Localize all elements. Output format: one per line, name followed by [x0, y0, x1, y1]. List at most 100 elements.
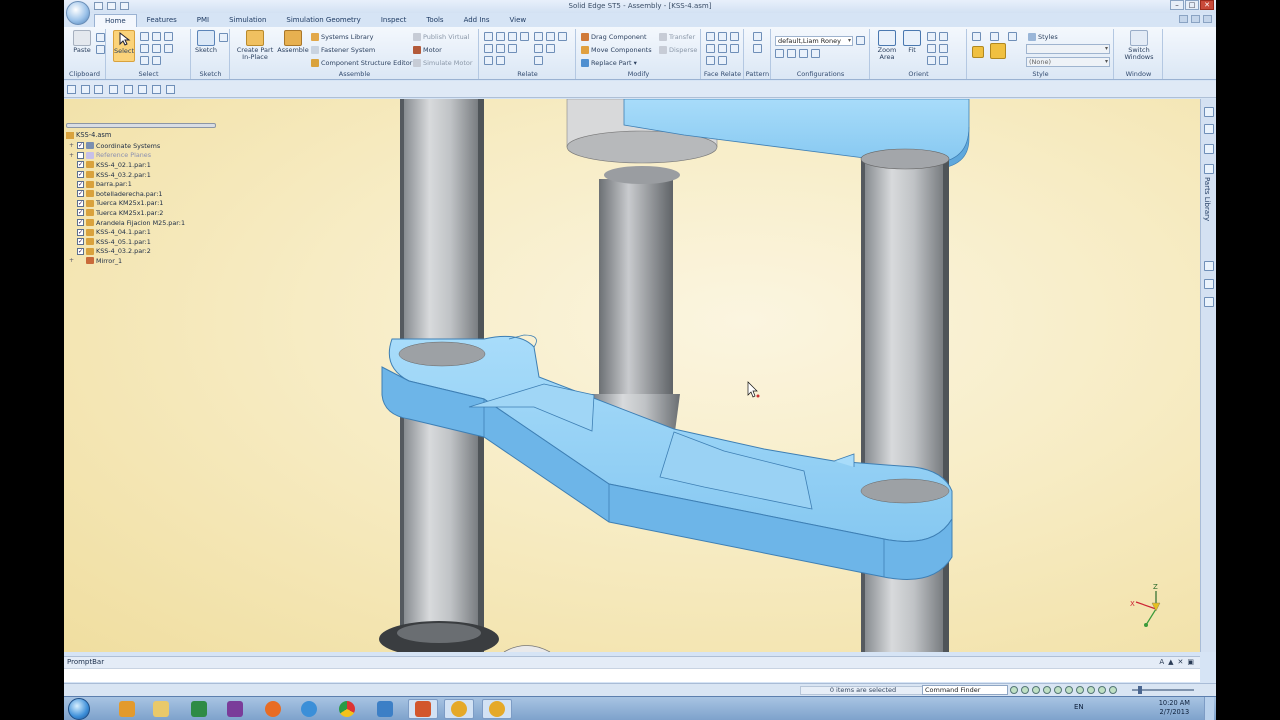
- shaded-icon[interactable]: [972, 32, 981, 41]
- mirror-icon[interactable]: [753, 44, 762, 53]
- box-select-icon[interactable]: [152, 32, 161, 41]
- pathfinder-item[interactable]: + Reference Planes: [68, 151, 185, 161]
- match-cs-icon[interactable]: [534, 44, 543, 53]
- taskbar-ie[interactable]: [294, 699, 324, 719]
- language-indicator[interactable]: EN: [1074, 703, 1084, 711]
- pathfinder-item[interactable]: ✓ KSS-4_03.2.par:1: [68, 170, 185, 180]
- parts-library-tab[interactable]: Parts Library: [1203, 177, 1211, 221]
- pathfinder-scrollbar[interactable]: [66, 123, 216, 128]
- tab-simulation-geometry[interactable]: Simulation Geometry: [276, 14, 370, 27]
- face-relate-icon-4[interactable]: [706, 44, 715, 53]
- view-icon[interactable]: [939, 56, 948, 65]
- expand-icon[interactable]: +: [68, 152, 75, 159]
- parallel-icon[interactable]: [496, 44, 505, 53]
- sketch-button[interactable]: Sketch: [194, 30, 218, 54]
- copy-icon[interactable]: [96, 45, 105, 54]
- application-button[interactable]: [66, 1, 90, 25]
- look-at-face-icon[interactable]: [927, 56, 936, 65]
- start-button[interactable]: [68, 698, 90, 720]
- disperse-button[interactable]: Disperse: [659, 44, 697, 55]
- visibility-checkbox[interactable]: ✓: [77, 199, 84, 207]
- pathfinder-item[interactable]: ✓ botelladerecha.par:1: [68, 189, 185, 199]
- hide-icon[interactable]: [152, 44, 161, 53]
- help-icon[interactable]: [1179, 15, 1188, 23]
- part-painter-button[interactable]: [970, 46, 986, 59]
- prompt-text-area[interactable]: [64, 668, 1200, 682]
- customize-icon[interactable]: [166, 85, 175, 94]
- zoom-area-button[interactable]: Zoom Area: [874, 30, 900, 61]
- show-icon[interactable]: [164, 44, 173, 53]
- face-relate-icon-1[interactable]: [706, 32, 715, 41]
- family-icon[interactable]: [811, 49, 820, 58]
- visibility-checkbox[interactable]: [77, 151, 84, 159]
- mate-icon[interactable]: [484, 32, 493, 41]
- promptbar-collapse-button[interactable]: ▲: [1168, 658, 1173, 666]
- rotate-status-icon[interactable]: [1054, 686, 1062, 694]
- configuration-combo[interactable]: default,Liam Roney ▾: [775, 36, 853, 46]
- cut-icon[interactable]: [96, 33, 105, 42]
- tab-inspect[interactable]: Inspect: [371, 14, 417, 27]
- taskbar-excel[interactable]: [184, 699, 214, 719]
- taskbar-outlook[interactable]: [112, 699, 142, 719]
- view-overrides-button[interactable]: [988, 43, 1008, 60]
- configuration-manager-icon[interactable]: [856, 36, 865, 45]
- promptbar-font-button[interactable]: A: [1159, 658, 1164, 666]
- tab-home[interactable]: Home: [94, 14, 137, 27]
- pathfinder-item[interactable]: ✓ KSS-4_02.1.par:1: [68, 160, 185, 170]
- tab-simulation[interactable]: Simulation: [219, 14, 276, 27]
- pathfinder-item[interactable]: ✓ KSS-4_05.1.par:1: [68, 237, 185, 247]
- options-icon[interactable]: [1191, 15, 1200, 23]
- face-relate-icon-3[interactable]: [730, 32, 739, 41]
- visibility-checkbox[interactable]: ✓: [77, 190, 84, 198]
- visibility-checkbox[interactable]: ✓: [77, 171, 84, 179]
- fit-button[interactable]: Fit: [901, 30, 923, 54]
- family-tab-icon[interactable]: [1204, 164, 1214, 174]
- sensors-tab-icon[interactable]: [1204, 144, 1214, 154]
- systems-library-button[interactable]: Systems Library: [311, 31, 373, 42]
- pathfinder-item[interactable]: ✓ KSS-4_04.1.par:1: [68, 227, 185, 237]
- center-plane-icon[interactable]: [546, 44, 555, 53]
- pathfinder-item[interactable]: ✓ Arandela Fijacion M25.par:1: [68, 218, 185, 228]
- planar-align-icon[interactable]: [496, 32, 505, 41]
- layers-tab-icon[interactable]: [1204, 124, 1214, 134]
- visibility-checkbox[interactable]: ✓: [77, 161, 84, 169]
- tab-tools[interactable]: Tools: [416, 14, 453, 27]
- fastener-system-button[interactable]: Fastener System: [311, 44, 375, 55]
- angle-icon[interactable]: [546, 32, 555, 41]
- publish-virtual-button[interactable]: Publish Virtual: [413, 31, 469, 42]
- wireframe-icon[interactable]: [1008, 32, 1017, 41]
- pan-icon[interactable]: [939, 32, 948, 41]
- pathfinder-item[interactable]: ✓ KSS-4_03.2.par:2: [68, 247, 185, 257]
- taskbar-solid-edge-launcher[interactable]: [370, 699, 400, 719]
- print-icon[interactable]: [124, 85, 133, 94]
- pathfinder-tab-icon[interactable]: [1204, 107, 1214, 117]
- command-finder-input[interactable]: Command Finder: [922, 685, 1008, 695]
- tangent-icon[interactable]: [558, 32, 567, 41]
- move-components-button[interactable]: Move Components: [581, 44, 652, 55]
- knowledge-icon[interactable]: [1204, 279, 1214, 289]
- properties-icon[interactable]: [152, 85, 161, 94]
- pathfinder-item[interactable]: ✓ barra.par:1: [68, 179, 185, 189]
- connect-icon[interactable]: [534, 32, 543, 41]
- insert-icon[interactable]: [520, 32, 529, 41]
- query-icon[interactable]: [164, 32, 173, 41]
- show-desktop-button[interactable]: [1204, 697, 1214, 720]
- taskbar-explorer[interactable]: [146, 699, 176, 719]
- styles-button[interactable]: Styles: [1028, 31, 1058, 42]
- expand-icon[interactable]: +: [68, 142, 75, 149]
- pathfinder-item[interactable]: ✓ Tuerca KM25x1.par:2: [68, 208, 185, 218]
- clock[interactable]: 10:20 AM 2/7/2013: [1159, 699, 1190, 717]
- replace-part-button[interactable]: Replace Part ▾: [581, 57, 637, 68]
- style-combo[interactable]: (None) ▾: [1026, 57, 1110, 67]
- explode-config-icon[interactable]: [787, 49, 796, 58]
- zoom-area-status-icon[interactable]: [1010, 686, 1018, 694]
- pathfinder-item[interactable]: + Mirror_1: [68, 256, 185, 266]
- axial-align-icon[interactable]: [508, 32, 517, 41]
- reports-icon[interactable]: [1204, 297, 1214, 307]
- pathfinder-root[interactable]: KSS-4.asm: [66, 131, 111, 139]
- transfer-button[interactable]: Transfer: [659, 31, 695, 42]
- pathfinder-item[interactable]: + ✓ Coordinate Systems: [68, 141, 185, 151]
- visibility-checkbox[interactable]: ✓: [77, 228, 84, 236]
- taskbar-firefox[interactable]: [258, 699, 288, 719]
- cam-icon[interactable]: [484, 44, 493, 53]
